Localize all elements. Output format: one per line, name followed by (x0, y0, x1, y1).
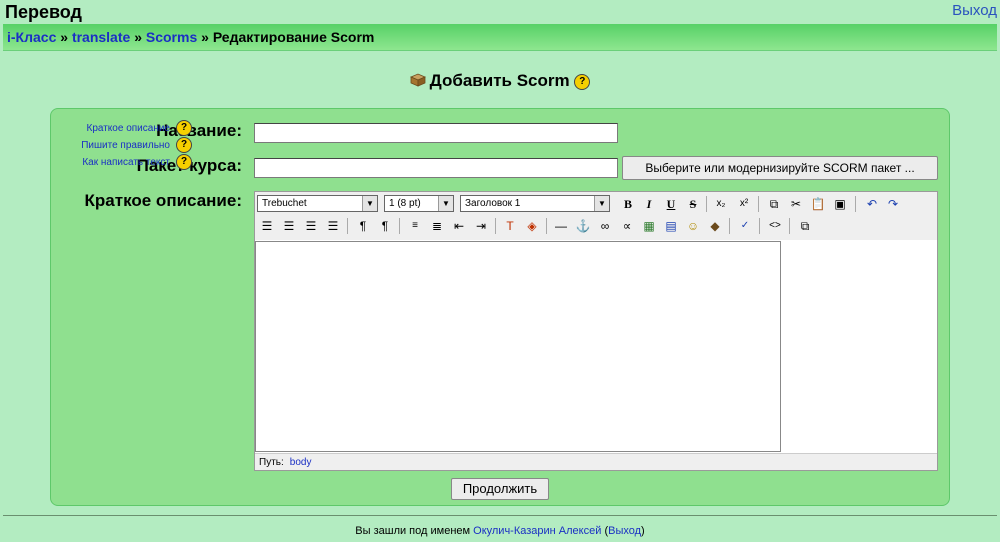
align-justify-icon[interactable]: ☰ (324, 217, 342, 235)
redo-icon[interactable]: ↷ (884, 195, 902, 213)
subscript-icon[interactable]: x₂ (712, 195, 730, 213)
continue-button[interactable]: Продолжить (451, 478, 549, 500)
fullscreen-icon[interactable]: ⧉ (796, 217, 814, 235)
horizontal-rule-icon[interactable]: — (552, 217, 570, 235)
toolbar-divider (789, 218, 790, 234)
breadcrumb-current: Редактирование Scorm (212, 29, 375, 45)
package-icon (409, 73, 426, 87)
breadcrumb-link-home[interactable]: i-Класс (7, 29, 56, 45)
help-link-row: Краткое описание? (60, 120, 192, 137)
cut-icon[interactable]: ✂ (787, 195, 805, 213)
package-input[interactable] (254, 158, 618, 178)
link-icon[interactable]: ∞ (596, 217, 614, 235)
strikethrough-icon[interactable]: S (684, 195, 702, 213)
background-color-icon[interactable]: ◈ (523, 217, 541, 235)
italic-icon[interactable]: I (640, 195, 658, 213)
rtl-icon[interactable]: ¶ (376, 217, 394, 235)
font-select-value: Trebuchet (262, 198, 307, 209)
footer: Вы зашли под именем Окулич-Казарин Алекс… (355, 525, 645, 537)
help-icon[interactable]: ? (574, 73, 591, 90)
indent-icon[interactable]: ⇥ (472, 217, 490, 235)
toolbar-divider (759, 218, 760, 234)
help-link-how-to-write[interactable]: Как написать текст (82, 157, 170, 168)
breadcrumb-separator: » (60, 29, 69, 45)
chevron-down-icon: ▼ (594, 196, 609, 211)
login-info-text: Вы зашли под именем (355, 525, 471, 537)
toolbar-divider (758, 196, 759, 212)
footer-logout-link[interactable]: Выход (608, 525, 641, 537)
help-icon[interactable]: ? (176, 120, 192, 137)
font-select[interactable]: Trebuchet ▼ (257, 195, 378, 212)
copy-icon[interactable]: ⧉ (765, 195, 783, 213)
unlink-icon[interactable]: ∝ (618, 217, 636, 235)
html-editor: Trebuchet ▼ 1 (8 pt) ▼ Заголовок 1 ▼ B I U … (254, 191, 938, 471)
paste-icon[interactable]: 📋 (809, 195, 827, 213)
align-center-icon[interactable]: ☰ (280, 217, 298, 235)
help-link-write-correctly[interactable]: Пишите правильно (81, 140, 170, 151)
logout-link[interactable]: Выход (952, 2, 997, 19)
path-body-link[interactable]: body (290, 457, 312, 468)
breadcrumb-link-course[interactable]: translate (72, 29, 130, 45)
html-source-icon[interactable]: <> (766, 217, 784, 235)
editor-statusbar: Путь: body (255, 453, 937, 470)
page-heading: Добавить Scorm ? (0, 71, 1000, 91)
breadcrumb: i-Класс » translate » Scorms » Редактиро… (3, 29, 374, 45)
paste-word-icon[interactable]: ▣ (831, 195, 849, 213)
align-left-icon[interactable]: ☰ (258, 217, 276, 235)
toolbar-divider (729, 218, 730, 234)
ltr-icon[interactable]: ¶ (354, 217, 372, 235)
outdent-icon[interactable]: ⇤ (450, 217, 468, 235)
description-label: Краткое описание: (84, 191, 242, 210)
divider (3, 515, 997, 516)
chevron-down-icon: ▼ (438, 196, 453, 211)
chevron-down-icon: ▼ (362, 196, 377, 211)
navbar: i-Класс » translate » Scorms » Редактиро… (3, 24, 997, 51)
choose-package-button[interactable]: Выберите или модернизируйте SCORM пакет … (622, 156, 938, 180)
toolbar-divider (546, 218, 547, 234)
help-links: Краткое описание? Пишите правильно? Как … (60, 120, 192, 171)
table-icon[interactable]: ▤ (662, 217, 680, 235)
toolbar-divider (495, 218, 496, 234)
toolbar-divider (347, 218, 348, 234)
smiley-icon[interactable]: ☺ (684, 217, 702, 235)
help-link-row: Пишите правильно? (60, 137, 192, 154)
page-title: Перевод (5, 2, 82, 22)
name-input[interactable] (254, 123, 618, 143)
breadcrumb-separator: » (134, 29, 142, 45)
help-link-row: Как написать текст? (60, 154, 192, 171)
toolbar-divider (706, 196, 707, 212)
help-icon[interactable]: ? (176, 154, 192, 171)
image-icon[interactable]: ▦ (640, 217, 658, 235)
underline-icon[interactable]: U (662, 195, 680, 213)
help-link-description[interactable]: Краткое описание (87, 123, 171, 134)
bold-icon[interactable]: B (619, 195, 637, 213)
superscript-icon[interactable]: x² (735, 195, 753, 213)
format-select[interactable]: Заголовок 1 ▼ (460, 195, 610, 212)
toolbar-divider (855, 196, 856, 212)
editor-text-area[interactable] (255, 241, 781, 452)
breadcrumb-separator: » (201, 29, 209, 45)
heading-text: Добавить Scorm (429, 71, 570, 90)
unordered-list-icon[interactable]: ≣ (428, 217, 446, 235)
help-icon[interactable]: ? (176, 137, 192, 154)
anchor-icon[interactable]: ⚓ (574, 217, 592, 235)
breadcrumb-link-scorms[interactable]: Scorms (146, 29, 197, 45)
path-label: Путь: (259, 457, 284, 468)
text-color-icon[interactable]: T (501, 217, 519, 235)
size-select-value: 1 (8 pt) (389, 198, 421, 209)
special-char-icon[interactable]: ◆ (706, 217, 724, 235)
format-select-value: Заголовок 1 (465, 198, 521, 209)
spellcheck-icon[interactable]: ✓ (736, 217, 754, 235)
undo-icon[interactable]: ↶ (863, 195, 881, 213)
size-select[interactable]: 1 (8 pt) ▼ (384, 195, 454, 212)
user-profile-link[interactable]: Окулич-Казарин Алексей (473, 525, 601, 537)
align-right-icon[interactable]: ☰ (302, 217, 320, 235)
ordered-list-icon[interactable]: ≡ (406, 217, 424, 235)
toolbar-divider (399, 218, 400, 234)
editor-toolbar: Trebuchet ▼ 1 (8 pt) ▼ Заголовок 1 ▼ B I U … (255, 192, 937, 240)
